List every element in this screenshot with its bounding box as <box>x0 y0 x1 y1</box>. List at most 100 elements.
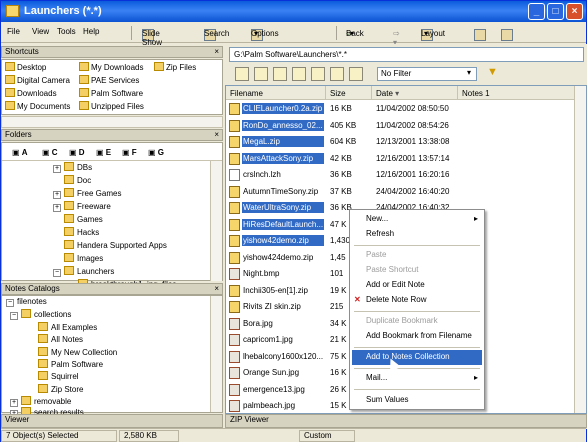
column-notes[interactable]: Notes 1 <box>458 86 576 100</box>
file-name: Orange Sun.jpg <box>243 368 300 377</box>
menu-separator <box>354 245 480 246</box>
menu-item-mail[interactable]: Mail... ▸ <box>352 371 482 386</box>
tree-item[interactable]: + Free Games <box>53 188 121 201</box>
folders-scrollbar[interactable] <box>210 161 222 281</box>
filter-select[interactable]: No Filter <box>377 67 477 81</box>
drive-e[interactable]: ▣ E <box>96 148 111 157</box>
menu-item-new[interactable]: New... ▸ <box>352 212 482 227</box>
table-row[interactable]: crslnch.lzh 36 KB 12/16/2001 16:20:16 <box>226 167 576 183</box>
close-button[interactable]: × <box>566 3 583 20</box>
zip-file-icon <box>229 152 240 165</box>
folder-icon[interactable] <box>235 67 249 81</box>
file-date: 12/13/2001 13:38:08 <box>376 137 450 146</box>
table-row[interactable]: AutumnTimeSony.zip 37 KB 24/04/2002 16:40:… <box>226 184 576 200</box>
zip-file-icon <box>229 251 240 264</box>
catalog-icon <box>38 384 48 393</box>
catalog-icon <box>38 359 48 368</box>
menu-item-paste[interactable]: Paste <box>352 248 482 263</box>
shortcut-palm-software[interactable]: Palm Software <box>79 88 143 98</box>
path-input[interactable]: G:\Palm Software\Launchers\*.* <box>229 47 584 62</box>
notes-tree-item[interactable]: − collections <box>10 309 71 322</box>
column-filename[interactable]: Filename <box>226 86 326 100</box>
table-row[interactable]: MarsAttackSony.zip 42 KB 12/16/2001 13:57:… <box>226 151 576 167</box>
menu-item-refresh[interactable]: Refresh <box>352 227 482 242</box>
folder-icon <box>64 175 74 184</box>
zip-file-icon <box>229 136 240 148</box>
menu-help[interactable]: Help <box>83 27 99 36</box>
tree-item[interactable]: + Freeware <box>53 201 111 214</box>
folder-icon <box>64 162 74 171</box>
details-icon[interactable] <box>330 67 344 81</box>
tree-item[interactable]: Hacks <box>64 227 99 240</box>
menu-item-add-to-notes-collection[interactable]: Add to Notes Collection <box>352 350 482 365</box>
view-mode-button[interactable]: ▾ <box>474 25 486 41</box>
drive-g[interactable]: ▣ G <box>148 148 164 157</box>
tree-item[interactable]: Handera Supported Apps <box>64 240 167 253</box>
shortcut-digital-camera[interactable]: Digital Camera <box>5 75 70 85</box>
file-size: 16 KB <box>330 104 352 113</box>
folder-icon <box>79 101 89 110</box>
drive-c[interactable]: ▣ C <box>42 148 58 157</box>
copy-icon[interactable] <box>292 67 306 81</box>
tree-item[interactable]: − Launchers <box>53 266 114 279</box>
close-folders-icon[interactable]: × <box>214 130 219 140</box>
notes-tree-item[interactable]: All Notes <box>38 334 83 347</box>
shortcuts-scrollbar[interactable] <box>1 116 223 128</box>
menu-view[interactable]: View <box>32 27 49 36</box>
bookmark-icon[interactable] <box>349 67 363 81</box>
image-file-icon <box>229 383 240 396</box>
toolbar-separator <box>131 26 132 40</box>
menu-item-add-bookmark[interactable]: Add Bookmark from Filename <box>352 329 482 344</box>
window-title: Launchers (*.*) <box>24 5 102 17</box>
column-date[interactable]: Date ▾ <box>372 86 458 100</box>
table-row[interactable]: CLIELauncher0.2a.zip 16 KB 11/04/2002 08:5… <box>226 101 576 117</box>
image-file-icon <box>229 334 240 346</box>
file-name: HiResDefaultLaunch... <box>242 218 324 230</box>
menu-item-paste-shortcut[interactable]: Paste Shortcut <box>352 263 482 278</box>
menu-separator <box>354 347 480 348</box>
minimize-button[interactable]: _ <box>528 3 545 20</box>
menu-item-delete-note-row[interactable]: ✕ Delete Note Row <box>352 293 482 308</box>
catalog-icon <box>38 347 48 356</box>
drive-f[interactable]: ▣ F <box>122 148 137 157</box>
file-name: Night.bmp <box>243 269 280 278</box>
image-file-icon <box>229 317 240 330</box>
menu-item-add-edit-note[interactable]: Add or Edit Note <box>352 278 482 293</box>
notes-tree-item[interactable]: Squirrel <box>38 371 79 384</box>
menu-item-duplicate-bookmark[interactable]: Duplicate Bookmark <box>352 314 482 329</box>
maximize-button[interactable]: □ <box>547 3 564 20</box>
shortcut-zip-files[interactable]: Zip Files <box>154 62 196 72</box>
tree-item[interactable]: Doc <box>64 175 91 188</box>
notes-scrollbar[interactable] <box>210 296 222 412</box>
shortcut-downloads[interactable]: Downloads <box>5 88 57 98</box>
shortcut-my-downloads[interactable]: My Downloads <box>79 62 143 72</box>
drive-d[interactable]: ▣ D <box>69 148 85 157</box>
menu-item-sum-values[interactable]: Sum Values <box>352 393 482 408</box>
filter-icon[interactable]: ▼ <box>487 66 498 78</box>
chevron-down-icon[interactable]: ▾ <box>467 68 471 77</box>
tree-item[interactable]: Images <box>64 253 103 266</box>
shortcut-pae-services[interactable]: PAE Services <box>79 75 139 85</box>
shortcut-unzipped-files[interactable]: Unzipped Files <box>79 101 144 111</box>
close-shortcuts-icon[interactable]: × <box>214 47 219 57</box>
menu-file[interactable]: File <box>7 27 20 36</box>
folder-icon <box>5 75 15 84</box>
shortcut-my-documents[interactable]: My Documents <box>5 101 70 111</box>
thumbnails-icon[interactable] <box>311 67 325 81</box>
menu-separator <box>354 368 480 369</box>
tree-item[interactable]: + DBs <box>53 162 92 175</box>
tree-item[interactable]: Games <box>64 214 103 227</box>
menu-separator <box>354 389 480 390</box>
file-list-scrollbar[interactable] <box>574 86 586 413</box>
folder-icon <box>64 214 74 223</box>
table-row[interactable]: MegaL.zip 604 KB 12/13/2001 13:38:08 <box>226 134 576 150</box>
up-folder-icon[interactable] <box>254 67 268 81</box>
title-bar[interactable]: Launchers (*.*) _ □ × <box>1 1 586 22</box>
column-size[interactable]: Size <box>326 86 372 100</box>
new-folder-icon[interactable] <box>273 67 287 81</box>
drive-a[interactable]: ▣ A <box>12 148 28 157</box>
close-notes-icon[interactable]: × <box>214 284 219 294</box>
shortcut-desktop[interactable]: Desktop <box>5 62 46 72</box>
table-row[interactable]: RonDo_annesso_02... 405 KB 11/04/2002 08:5… <box>226 118 576 134</box>
menu-tools[interactable]: Tools <box>57 27 76 36</box>
